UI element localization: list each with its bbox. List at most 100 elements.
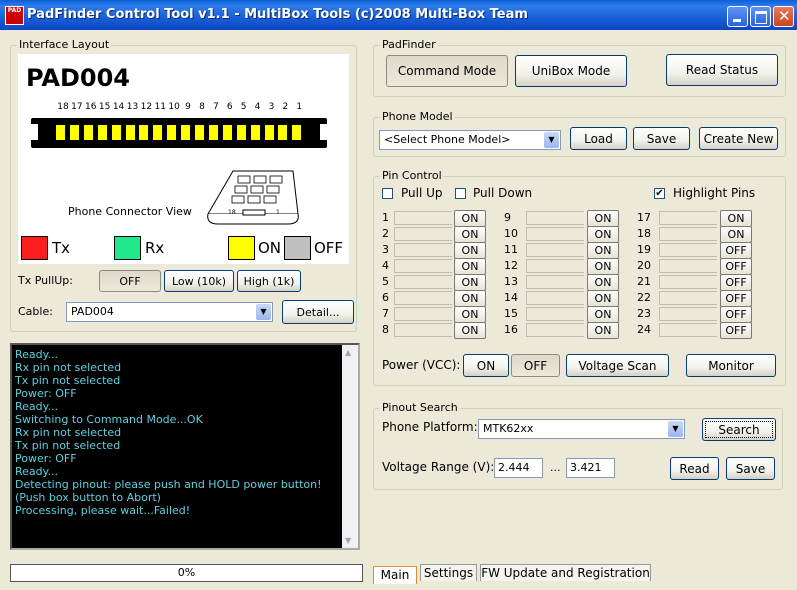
pull-up-label: Pull Up (401, 186, 443, 200)
tab-main[interactable]: Main (373, 566, 417, 584)
pin-status-field (526, 323, 584, 337)
save-voltage-button[interactable]: Save (726, 457, 775, 480)
close-button[interactable]: ✕ (773, 6, 794, 27)
log-console[interactable]: Ready... Rx pin not selected Tx pin not se… (10, 343, 360, 550)
connector-notch-right (320, 124, 330, 140)
pin-toggle-button[interactable]: ON (720, 226, 752, 243)
pin-toggle-button[interactable]: ON (454, 306, 486, 323)
pin-toggle-button[interactable]: ON (587, 242, 619, 259)
save-model-button[interactable]: Save (633, 127, 690, 150)
checkmark-icon: ✔ (655, 188, 664, 199)
pin-number-label: 21 (637, 275, 651, 288)
minimize-button[interactable] (727, 6, 748, 27)
connector-pin (180, 124, 192, 141)
pin-toggle-button[interactable]: ON (587, 274, 619, 291)
pin-toggle-button[interactable]: ON (587, 306, 619, 323)
log-scrollbar[interactable]: ▲ ▼ (342, 345, 358, 548)
chevron-down-icon[interactable]: ▼ (544, 132, 559, 148)
pin-status-field (394, 291, 452, 305)
phone-model-select[interactable]: <Select Phone Model> ▼ (379, 130, 561, 150)
pin-status-field (659, 275, 717, 289)
pin-toggle-button[interactable]: ON (454, 226, 486, 243)
create-new-button[interactable]: Create New (699, 127, 778, 150)
highlight-pins-label: Highlight Pins (673, 186, 756, 200)
pin-status-field (394, 323, 452, 337)
pull-up-checkbox[interactable] (382, 188, 393, 199)
pin-toggle-button[interactable]: OFF (720, 242, 752, 259)
pin-toggle-button[interactable]: OFF (720, 274, 752, 291)
pin-toggle-button[interactable]: ON (454, 322, 486, 339)
voltage-max-input[interactable]: 3.421 (566, 458, 615, 478)
cable-select[interactable]: PAD004 ▼ (66, 302, 273, 322)
search-button[interactable]: Search (702, 418, 776, 441)
monitor-button[interactable]: Monitor (686, 354, 776, 377)
tx-pullup-low-button[interactable]: Low (10k) (164, 270, 234, 292)
pin-toggle-button[interactable]: ON (454, 290, 486, 307)
command-mode-button[interactable]: Command Mode (386, 55, 508, 87)
highlight-pins-checkbox[interactable]: ✔ (654, 188, 665, 199)
tx-pullup-off-button[interactable]: OFF (99, 270, 161, 292)
app-icon[interactable]: PAD (5, 6, 24, 25)
voltage-min-input[interactable]: 2.444 (494, 458, 543, 478)
pin-toggle-button[interactable]: OFF (720, 322, 752, 339)
log-line: Ready... (15, 348, 59, 361)
tab-fw-update[interactable]: FW Update and Registration (480, 564, 651, 581)
connector-pin (55, 124, 66, 141)
pin-status-field (659, 227, 717, 241)
pin-toggle-button[interactable]: ON (720, 210, 752, 227)
pinout-search-label: Pinout Search (380, 401, 460, 414)
unibox-mode-button[interactable]: UniBox Mode (515, 55, 627, 87)
pin-number-label: 24 (637, 323, 651, 336)
pin-toggle-button[interactable]: ON (587, 210, 619, 227)
pin-toggle-button[interactable]: ON (454, 274, 486, 291)
read-status-button[interactable]: Read Status (666, 54, 778, 86)
pin-toggle-button[interactable]: ON (587, 226, 619, 243)
log-line: Detecting pinout: please push and HOLD p… (15, 478, 322, 491)
chevron-down-icon[interactable]: ▼ (256, 304, 271, 320)
pin-toggle-button[interactable]: ON (454, 210, 486, 227)
pin-toggle-button[interactable]: ON (587, 322, 619, 339)
pin-number-label: 20 (637, 259, 651, 272)
power-on-button[interactable]: ON (463, 354, 509, 377)
detail-button[interactable]: Detail... (282, 300, 354, 324)
pin-toggle-button[interactable]: ON (454, 258, 486, 275)
pad-diagram: PAD004 18 17 16 15 14 13 12 11 10 9 8 7 6 5 4 3 2 1 18 1 … (18, 54, 349, 264)
log-line: Tx pin not selected (15, 374, 121, 387)
pin-status-field (526, 291, 584, 305)
phone-platform-select[interactable]: MTK62xx ▼ (478, 419, 685, 439)
progress-bar: 0% (10, 564, 363, 582)
pin-toggle-button[interactable]: OFF (720, 306, 752, 323)
pin-number-label: 14 (504, 291, 518, 304)
chevron-down-icon[interactable]: ▼ (668, 421, 683, 437)
pull-down-checkbox[interactable] (455, 188, 466, 199)
load-button[interactable]: Load (570, 127, 627, 150)
pin-toggle-button[interactable]: ON (587, 290, 619, 307)
pin-status-field (394, 227, 452, 241)
scroll-up-icon[interactable]: ▲ (345, 348, 351, 357)
pin-toggle-button[interactable]: ON (587, 258, 619, 275)
scroll-down-icon[interactable]: ▼ (345, 536, 351, 545)
pin-toggle-button[interactable]: OFF (720, 258, 752, 275)
pin-number-label: 9 (504, 211, 511, 224)
power-off-button[interactable]: OFF (511, 354, 560, 377)
connector-pin (207, 124, 219, 141)
cable-value: PAD004 (71, 305, 114, 318)
connector-pin-number: 15 (98, 102, 111, 112)
pin-number-label: 16 (504, 323, 518, 336)
maximize-button[interactable] (750, 6, 771, 27)
connector-pin-number: 4 (254, 102, 261, 112)
pin-control-label: Pin Control (380, 169, 444, 182)
connector-pin (221, 124, 233, 141)
pin-toggle-button[interactable]: ON (454, 242, 486, 259)
title-bar[interactable]: PAD PadFinder Control Tool v1.1 - MultiB… (0, 0, 797, 30)
pin-toggle-button[interactable]: OFF (720, 290, 752, 307)
voltage-scan-button[interactable]: Voltage Scan (566, 354, 669, 377)
connector-pins (54, 124, 304, 142)
tx-pullup-high-button[interactable]: High (1k) (237, 270, 301, 292)
pin-number-label: 15 (504, 307, 518, 320)
minimize-icon (733, 19, 741, 22)
pin-number-label: 22 (637, 291, 651, 304)
tab-settings[interactable]: Settings (420, 564, 477, 581)
pin-number-label: 23 (637, 307, 651, 320)
read-button[interactable]: Read (670, 457, 719, 480)
